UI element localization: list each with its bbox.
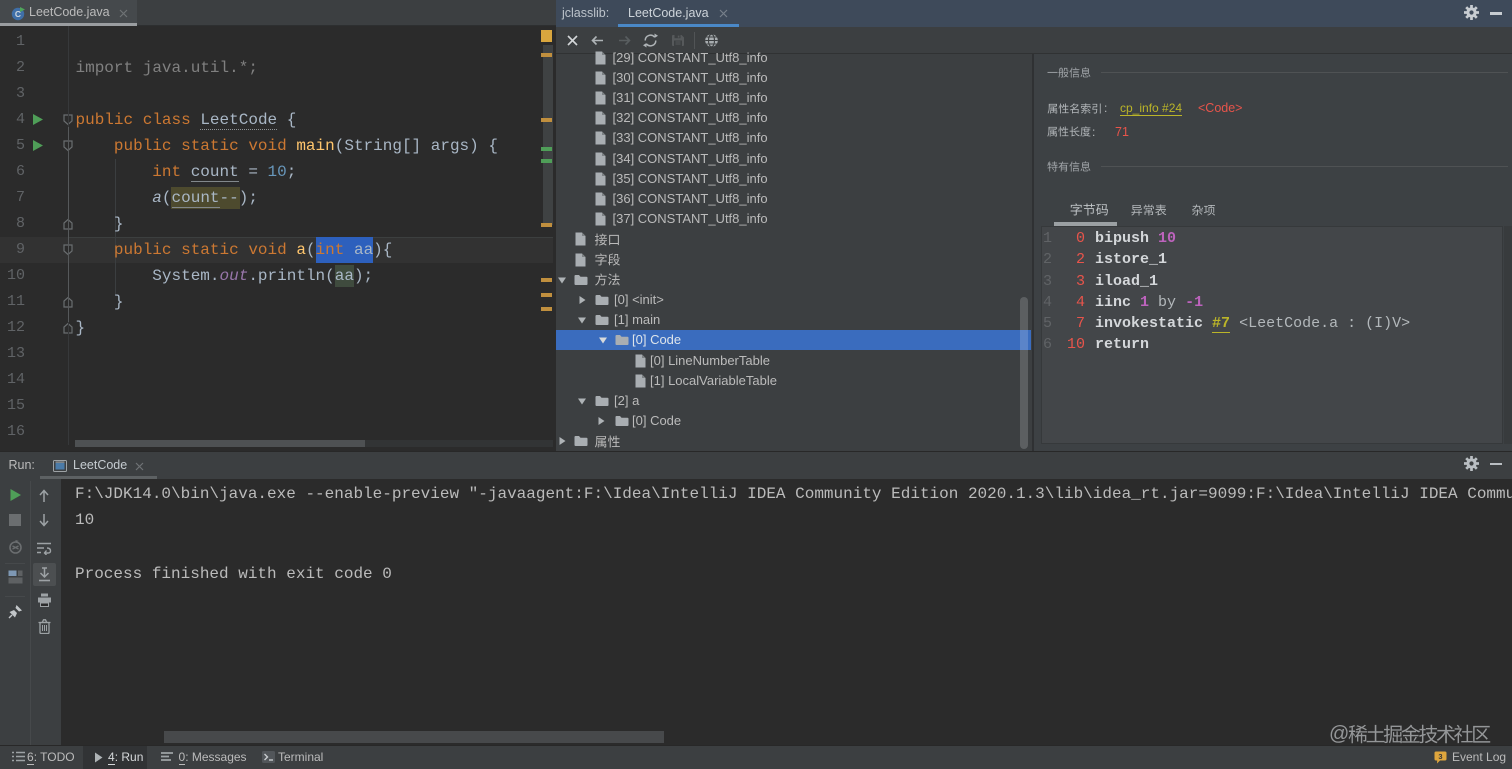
svg-text:3: 3 xyxy=(1438,752,1442,761)
